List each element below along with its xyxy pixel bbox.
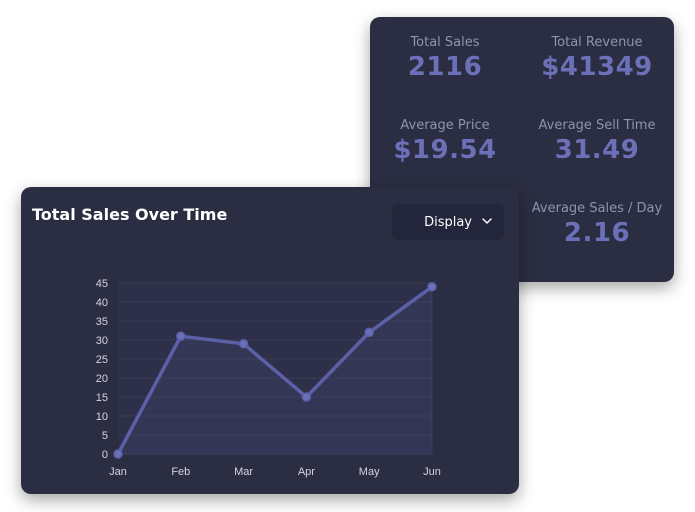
data-point: [427, 282, 437, 292]
y-tick-label: 25: [96, 354, 108, 366]
x-tick-label: Mar: [234, 466, 253, 478]
stat-average-price: Average Price $19.54: [370, 118, 520, 165]
y-tick-label: 40: [96, 297, 108, 309]
data-point: [364, 327, 374, 338]
data-point: [238, 339, 249, 349]
y-tick-label: 30: [96, 335, 108, 347]
y-tick-label: 5: [102, 430, 108, 442]
stat-value: 2116: [407, 52, 483, 82]
line-chart: 0 5 10 15 20 25 30 35 40 45 Jan Feb Mar Apr May Jun: [96, 278, 441, 478]
data-point: [176, 331, 186, 341]
x-tick-label: Jun: [423, 466, 441, 478]
x-tick-label: Jan: [109, 466, 127, 478]
y-tick-label: 15: [96, 392, 108, 404]
stat-label: Total Revenue: [551, 35, 643, 50]
stat-label: Average Sales / Day: [531, 201, 663, 216]
x-tick-label: Apr: [298, 466, 315, 478]
stat-value: 31.49: [554, 135, 640, 165]
stat-total-revenue: Total Revenue $41349: [522, 35, 672, 82]
stat-label: Average Sell Time: [538, 118, 656, 133]
data-point: [113, 449, 123, 459]
x-tick-label: Feb: [171, 466, 190, 478]
sales-chart-card: Total Sales Over Time Display 0 5 10 15 20 25…: [21, 187, 519, 494]
y-tick-label: 0: [102, 449, 108, 461]
stat-value: $41349: [541, 52, 653, 82]
y-tick-label: 10: [96, 411, 108, 423]
stat-total-sales: Total Sales 2116: [370, 35, 520, 82]
stat-average-sales-per-day: Average Sales / Day 2.16: [522, 201, 672, 248]
stat-value: $19.54: [393, 135, 497, 165]
stat-label: Total Sales: [410, 35, 480, 50]
y-tick-label: 20: [96, 373, 108, 385]
x-tick-label: May: [359, 466, 380, 478]
stat-label: Average Price: [400, 118, 490, 133]
stat-value: 2.16: [563, 218, 631, 248]
data-point: [301, 392, 312, 402]
stat-average-sell-time: Average Sell Time 31.49: [522, 118, 672, 165]
y-tick-label: 35: [96, 316, 108, 328]
y-tick-label: 45: [96, 278, 108, 290]
